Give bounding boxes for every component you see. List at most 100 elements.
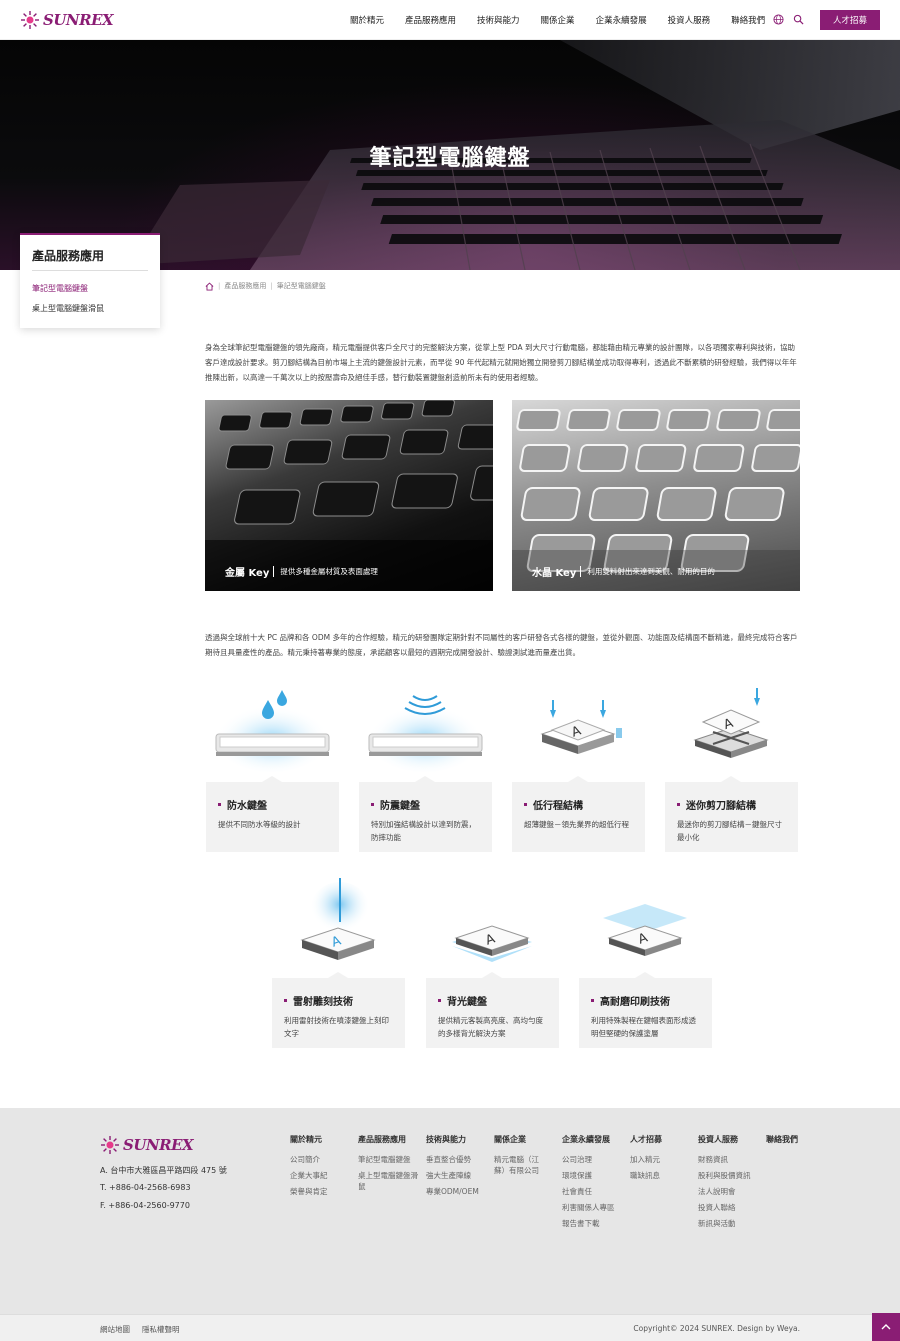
- sidebar-menu: 產品服務應用 筆記型電腦鍵盤 桌上型電腦鍵盤滑鼠: [20, 233, 160, 328]
- low-travel-key-icon: A: [540, 700, 622, 754]
- feature-desc: 利用特殊製程在鍵帽表面形成透明但堅硬的保護塗層: [591, 1016, 696, 1038]
- footer-link[interactable]: 環境保護: [562, 1170, 628, 1181]
- search-icon[interactable]: [793, 14, 804, 25]
- copyright-text: Copyright© 2024 SUNREX. Design by Weya.: [633, 1324, 800, 1333]
- privacy-link[interactable]: 隱私權聲明: [142, 1324, 180, 1335]
- footer-col-title[interactable]: 企業永續發展: [562, 1134, 628, 1145]
- nav-about[interactable]: 關於精元: [350, 14, 384, 26]
- feature-notch: [482, 972, 502, 978]
- sidebar-item-desktop-keyboard-mouse[interactable]: 桌上型電腦鍵盤滑鼠: [32, 303, 104, 314]
- feature-notch: [262, 776, 282, 782]
- footer-link[interactable]: 財務資訊: [698, 1154, 764, 1165]
- breadcrumb-separator: |: [218, 282, 221, 290]
- footer-col-title[interactable]: 關於精元: [290, 1134, 356, 1145]
- footer-col-title[interactable]: 技術與能力: [426, 1134, 492, 1145]
- footer-link[interactable]: 企業大事紀: [290, 1170, 356, 1181]
- footer-link[interactable]: 社會責任: [562, 1186, 628, 1197]
- footer-link[interactable]: 新訊與活動: [698, 1218, 764, 1229]
- sun-logo-icon: [101, 1136, 119, 1154]
- globe-icon[interactable]: [773, 14, 784, 25]
- footer-fax: F. +886-04-2560-9770: [100, 1201, 190, 1210]
- footer-link[interactable]: 股利與股價資訊: [698, 1170, 764, 1181]
- footer-col-technology: 技術與能力 垂直整合優勢 強大生產陣線 專業ODM/OEM: [426, 1134, 492, 1202]
- feature-box: 高耐磨印刷技術 利用特殊製程在鍵帽表面形成透明但堅硬的保護塗層: [579, 972, 712, 1048]
- back-to-top-button[interactable]: [872, 1313, 900, 1341]
- main-nav: 關於精元 產品服務應用 技術與能力 關係企業 企業永續發展 投資人服務 聯絡我們: [350, 0, 786, 40]
- home-icon[interactable]: [205, 281, 214, 291]
- footer-link[interactable]: 加入精元: [630, 1154, 696, 1165]
- footer-col-title[interactable]: 投資人服務: [698, 1134, 764, 1145]
- feature-box: 雷射雕刻技術 利用雷射技術在噴漆鍵盤上刻印文字: [272, 972, 405, 1048]
- footer-link[interactable]: 專業ODM/OEM: [426, 1186, 492, 1197]
- feature-title: 高耐磨印刷技術: [591, 993, 670, 1008]
- footer-link[interactable]: 垂直整合優勢: [426, 1154, 492, 1165]
- logo-text: SUNREX: [123, 1136, 194, 1154]
- footer-link[interactable]: 精元電腦（江蘇）有限公司: [494, 1154, 550, 1176]
- feature-laser-engraving: A 雷射雕刻技術 利用雷射技術在噴漆鍵盤上刻印文字: [272, 878, 405, 1048]
- feature-title: 防水鍵盤: [218, 797, 267, 812]
- nav-investors[interactable]: 投資人服務: [668, 14, 711, 26]
- footer-col-about: 關於精元 公司簡介 企業大事紀 榮譽與肯定: [290, 1134, 356, 1202]
- footer-link[interactable]: 投資人聯絡: [698, 1202, 764, 1213]
- feature-notch: [635, 972, 655, 978]
- footer-link[interactable]: 利害關係人專區: [562, 1202, 628, 1213]
- intro-paragraph: 身為全球筆記型電腦鍵盤的領先廠商，精元電腦提供客戶全尺寸的完整解決方案，從掌上型…: [205, 343, 797, 382]
- feature-box: 背光鍵盤 提供精元客製高亮度、高均勻度的多樣背光解決方案: [426, 972, 559, 1048]
- footer-link[interactable]: 公司治理: [562, 1154, 628, 1165]
- feature-title: 雷射雕刻技術: [284, 993, 353, 1008]
- footer-col-title[interactable]: 人才招募: [630, 1134, 696, 1145]
- shockproof-keyboard-icon: [367, 695, 483, 772]
- crystal-key-card: 水晶 Key 利用雙料射出來達到美觀、耐用的目的: [512, 400, 800, 591]
- nav-contact[interactable]: 聯絡我們: [731, 14, 765, 26]
- footer-link[interactable]: 筆記型電腦鍵盤: [358, 1154, 424, 1165]
- footer-link[interactable]: 公司簡介: [290, 1154, 356, 1165]
- breadcrumb: | 產品服務應用 | 筆記型電腦鍵盤: [205, 280, 326, 292]
- laser-engraving-key-icon: A: [300, 878, 376, 960]
- site-header: SUNREX 關於精元 產品服務應用 技術與能力 關係企業 企業永續發展 投資人…: [0, 0, 900, 40]
- crystal-keycaps-photo: [512, 409, 800, 591]
- sidebar-title: 產品服務應用: [32, 249, 105, 263]
- cooperation-paragraph: 透過與全球前十大 PC 品牌和各 ODM 多年的合作經驗，精元的研發團隊定期針對…: [205, 633, 798, 657]
- footer-col-title[interactable]: 關係企業: [494, 1134, 560, 1145]
- feature-desc: 利用雷射技術在噴漆鍵盤上刻印文字: [284, 1016, 389, 1038]
- feature-box: 低行程結構 超薄鍵盤－領先業界的超低行程: [512, 776, 645, 852]
- sidebar-item-notebook-keyboard[interactable]: 筆記型電腦鍵盤: [32, 283, 88, 294]
- page-title: 筆記型電腦鍵盤: [369, 146, 531, 171]
- feature-notch: [568, 776, 588, 782]
- nav-products[interactable]: 產品服務應用: [405, 14, 456, 26]
- nav-technology[interactable]: 技術與能力: [477, 14, 520, 26]
- feature-desc: 超薄鍵盤－領先業界的超低行程: [524, 820, 629, 829]
- footer-col-title[interactable]: 產品服務應用: [358, 1134, 424, 1145]
- crystal-key-desc: 利用雙料射出來達到美觀、耐用的目的: [580, 566, 715, 577]
- footer-link[interactable]: 法人說明會: [698, 1186, 764, 1197]
- crystal-key-caption: 水晶 Key 利用雙料射出來達到美觀、耐用的目的: [532, 564, 715, 579]
- nav-sustainability[interactable]: 企業永續發展: [596, 14, 647, 26]
- footer-col-title[interactable]: 聯絡我們: [766, 1134, 806, 1145]
- footer-col-contact: 聯絡我們: [766, 1134, 806, 1154]
- feature-desc: 特別加強結構設計以達到防震，防摔功能: [371, 820, 476, 842]
- crystal-key-name: 水晶 Key: [532, 568, 577, 579]
- sitemap-link[interactable]: 網站地圖: [100, 1324, 130, 1335]
- wear-resistant-key-icon: A: [603, 904, 687, 956]
- site-logo[interactable]: SUNREX: [20, 10, 114, 30]
- feature-box: 防水鍵盤 提供不同防水等級的設計: [206, 776, 339, 852]
- footer-link[interactable]: 榮譽與肯定: [290, 1186, 356, 1197]
- waterproof-keyboard-icon: [214, 690, 330, 772]
- feature-desc: 最迷你的剪刀腳結構－鍵盤尺寸最小化: [677, 820, 782, 842]
- footer-link[interactable]: 報告書下載: [562, 1218, 628, 1229]
- footer-col-products: 產品服務應用 筆記型電腦鍵盤 桌上型電腦鍵盤滑鼠: [358, 1134, 424, 1197]
- backlight-key-icon: A: [452, 925, 532, 962]
- footer-link[interactable]: 強大生產陣線: [426, 1170, 492, 1181]
- nav-affiliates[interactable]: 關係企業: [541, 14, 575, 26]
- breadcrumb-products[interactable]: 產品服務應用: [224, 281, 266, 291]
- logo-text: SUNREX: [43, 11, 114, 29]
- feature-waterproof: 防水鍵盤 提供不同防水等級的設計: [206, 682, 339, 852]
- footer-logo[interactable]: SUNREX: [100, 1135, 194, 1155]
- footer-link[interactable]: 桌上型電腦鍵盤滑鼠: [358, 1170, 424, 1192]
- footer-link[interactable]: 職缺訊息: [630, 1170, 696, 1181]
- recruit-button[interactable]: 人才招募: [820, 10, 880, 30]
- feature-desc: 提供不同防水等級的設計: [218, 820, 301, 829]
- mini-scissor-key-icon: A: [693, 688, 769, 758]
- footer-col-recruit: 人才招募 加入精元 職缺訊息: [630, 1134, 696, 1186]
- footer-address: A. 台中市大雅區昌平路四段 475 號: [100, 1166, 227, 1175]
